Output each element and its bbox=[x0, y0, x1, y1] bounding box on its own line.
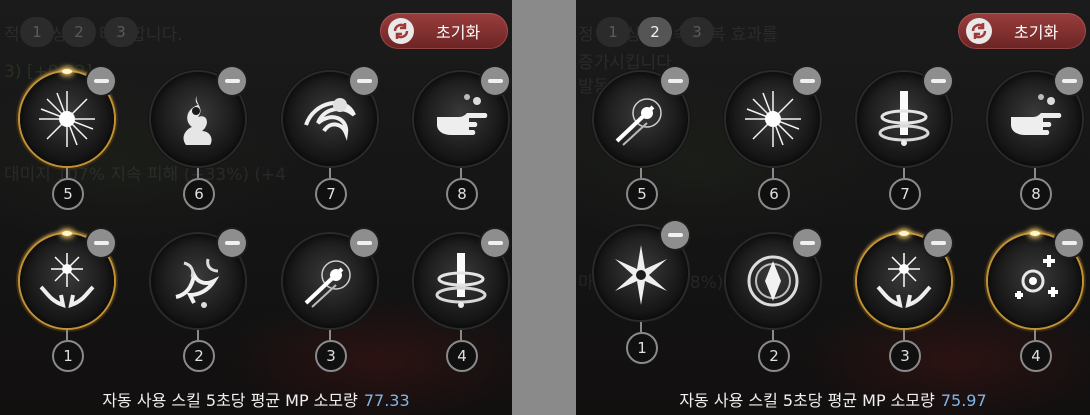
slot-number: 8 bbox=[446, 178, 478, 210]
reset-button[interactable]: 초기화 bbox=[380, 13, 508, 49]
skill-slot[interactable]: 8 bbox=[988, 67, 1083, 222]
skill-slot[interactable]: 4 bbox=[988, 229, 1083, 384]
mp-consumption-value: 75.97 bbox=[940, 391, 987, 410]
skill-slot[interactable]: 3 bbox=[283, 229, 378, 384]
skill-slot[interactable]: 4 bbox=[414, 229, 509, 384]
remove-skill-button[interactable] bbox=[793, 67, 821, 95]
remove-skill-button[interactable] bbox=[481, 67, 509, 95]
tab-preset-3[interactable]: 3 bbox=[104, 17, 138, 47]
tab-preset-3[interactable]: 3 bbox=[680, 17, 714, 47]
skill-slot[interactable]: 1 bbox=[20, 229, 115, 384]
skill-slot[interactable]: 2 bbox=[151, 229, 246, 384]
mp-consumption-footer: 자동 사용 스킬 5초당 평균 MP 소모량 77.33 bbox=[0, 387, 512, 411]
skill-slot[interactable]: 8 bbox=[414, 67, 509, 222]
remove-skill-button[interactable] bbox=[661, 221, 689, 249]
background-tooltip-text: 증가시킵니다. bbox=[578, 53, 678, 73]
preset-tabs: 1 2 3 bbox=[596, 17, 714, 47]
slot-number: 6 bbox=[758, 178, 790, 210]
skill-preset-panel-left: 적 · 대상을 · 타격합니다. 3) [+0.32] 대미지 107% 지속 … bbox=[0, 0, 512, 415]
slot-number: 8 bbox=[1020, 178, 1052, 210]
remove-skill-button[interactable] bbox=[350, 67, 378, 95]
slot-number: 4 bbox=[1020, 340, 1052, 372]
skill-slot[interactable]: 1 bbox=[594, 221, 689, 376]
slot-number: 3 bbox=[315, 340, 347, 372]
preset-tabs: 1 2 3 bbox=[20, 17, 138, 47]
slot-number: 2 bbox=[183, 340, 215, 372]
slot-number: 1 bbox=[52, 340, 84, 372]
skill-slot[interactable]: 6 bbox=[726, 67, 821, 222]
mp-consumption-footer: 자동 사용 스킬 5초당 평균 MP 소모량 75.97 bbox=[576, 387, 1090, 411]
tab-preset-1[interactable]: 1 bbox=[596, 17, 630, 47]
remove-skill-button[interactable] bbox=[661, 67, 689, 95]
remove-skill-button[interactable] bbox=[218, 229, 246, 257]
remove-skill-button[interactable] bbox=[1055, 229, 1083, 257]
reset-button[interactable]: 초기화 bbox=[958, 13, 1086, 49]
remove-skill-button[interactable] bbox=[481, 229, 509, 257]
slot-number: 7 bbox=[889, 178, 921, 210]
refresh-icon bbox=[966, 18, 992, 44]
tab-preset-2[interactable]: 2 bbox=[62, 17, 96, 47]
slot-number: 3 bbox=[889, 340, 921, 372]
reset-label: 초기화 bbox=[1014, 23, 1059, 42]
reset-label: 초기화 bbox=[436, 23, 481, 42]
skill-preset-panel-right: 정 · 대상 · 지속 회복 효과를 증가시킵니다. 발동됩니다. 마 · 지속… bbox=[576, 0, 1090, 415]
refresh-icon bbox=[388, 18, 414, 44]
tab-preset-2[interactable]: 2 bbox=[638, 17, 672, 47]
slot-number: 4 bbox=[446, 340, 478, 372]
remove-skill-button[interactable] bbox=[924, 67, 952, 95]
remove-skill-button[interactable] bbox=[924, 229, 952, 257]
remove-skill-button[interactable] bbox=[1055, 67, 1083, 95]
slot-number: 5 bbox=[52, 178, 84, 210]
remove-skill-button[interactable] bbox=[87, 229, 115, 257]
skill-slot[interactable]: 7 bbox=[857, 67, 952, 222]
remove-skill-button[interactable] bbox=[87, 67, 115, 95]
skill-slot[interactable]: 7 bbox=[283, 67, 378, 222]
slot-number: 2 bbox=[758, 340, 790, 372]
mp-consumption-label: 자동 사용 스킬 5초당 평균 MP 소모량 bbox=[679, 391, 935, 410]
mp-consumption-value: 77.33 bbox=[363, 391, 410, 410]
slot-number: 5 bbox=[626, 178, 658, 210]
skill-slot[interactable]: 2 bbox=[726, 229, 821, 384]
skill-slot[interactable]: 6 bbox=[151, 67, 246, 222]
mp-consumption-label: 자동 사용 스킬 5초당 평균 MP 소모량 bbox=[102, 391, 358, 410]
remove-skill-button[interactable] bbox=[350, 229, 378, 257]
skill-slot[interactable]: 5 bbox=[20, 67, 115, 222]
slot-number: 1 bbox=[626, 332, 658, 364]
slot-number: 7 bbox=[315, 178, 347, 210]
remove-skill-button[interactable] bbox=[218, 67, 246, 95]
slot-number: 6 bbox=[183, 178, 215, 210]
skill-slot[interactable]: 5 bbox=[594, 67, 689, 222]
skill-slot[interactable]: 3 bbox=[857, 229, 952, 384]
remove-skill-button[interactable] bbox=[793, 229, 821, 257]
tab-preset-1[interactable]: 1 bbox=[20, 17, 54, 47]
